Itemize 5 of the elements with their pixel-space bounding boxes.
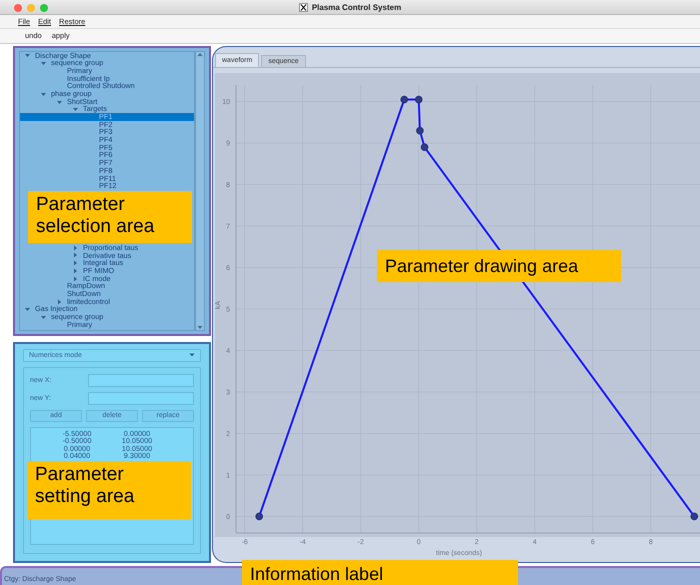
annotation-tooltip: Parameter setting area xyxy=(27,460,191,519)
annotation-tooltip: Parameter drawing area xyxy=(377,250,621,282)
annotation-tooltip: Information label xyxy=(242,560,518,585)
window-title: Plasma Control System xyxy=(312,2,402,12)
annotation-tooltip: Parameter selection area xyxy=(28,190,192,243)
